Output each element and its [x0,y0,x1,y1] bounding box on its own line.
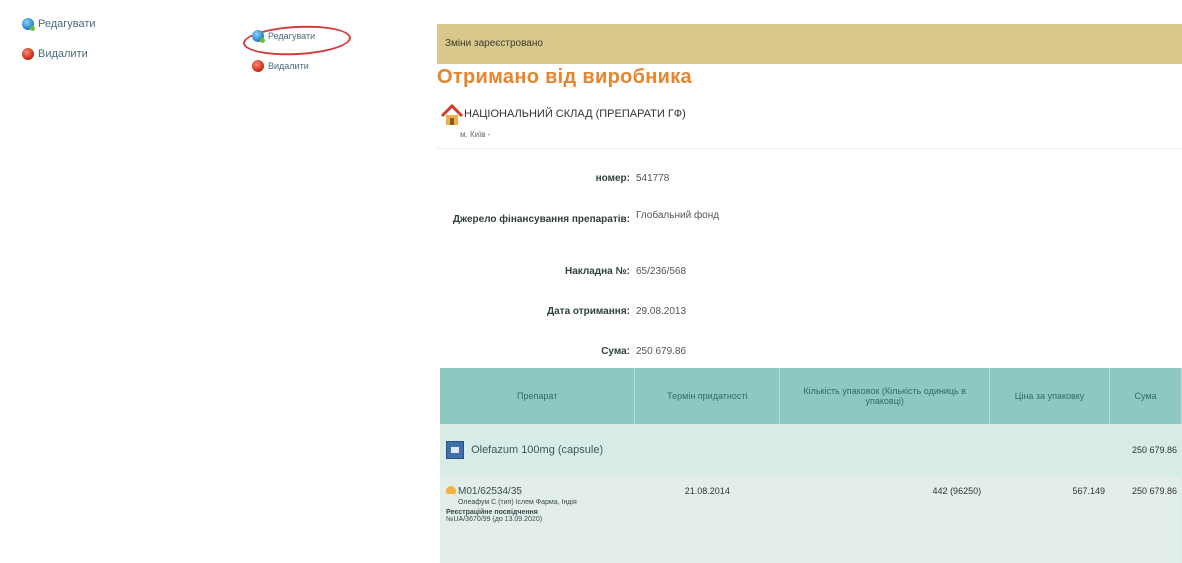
field-value: 29.08.2013 [636,306,687,317]
notice-text: Зміни зареєстровано [445,38,543,49]
notice-bar: Зміни зареєстровано [437,24,1182,64]
edit-label: Редагувати [38,18,96,30]
drug-icon [446,441,464,459]
divider [437,148,1182,149]
price-cell: 567.149 [989,476,1111,563]
field-label: номер: [595,173,630,184]
warehouse-city: м. Київ - [460,130,491,139]
edit-link[interactable]: Редагувати [22,18,96,31]
field-label: Сума: [601,346,630,357]
group-sum: 250 679.86 [1109,424,1182,476]
field-label: Дата отримання: [546,306,630,317]
field-sum: Сума: 250 679.86 [445,346,686,357]
col-header: Ціна за упаковку [989,368,1111,424]
table-row-group: Olefazum 100mg (capsule) 250 679.86 [440,424,1182,476]
edit-label: Редагувати [268,31,316,41]
series-link[interactable]: M01/62534/35 [446,486,633,497]
series-icon [446,486,456,494]
warehouse-icon [440,104,464,125]
field-funding: Джерело фінансування препаратів: Глобаль… [445,210,719,230]
table-row: M01/62534/35 Олеафум С (тип) Іслем Фарма… [440,476,1182,563]
expiry-cell: 21.08.2014 [634,476,781,563]
col-header: Сума [1109,368,1182,424]
drugs-table: Препарат Термін придатності Кількість уп… [440,368,1182,563]
field-label: Накладна №: [564,266,630,277]
table-header: Препарат Термін придатності Кількість уп… [440,368,1182,424]
drug-name: Olefazum 100mg (capsule) [471,443,604,456]
edit-icon [252,30,265,43]
field-value: 65/236/568 [636,266,687,277]
field-invoice: Накладна №: 65/236/568 [445,266,686,277]
col-header: Препарат [440,368,636,424]
delete-label: Видалити [38,48,88,60]
field-value: 250 679.86 [636,346,687,357]
field-date: Дата отримання: 29.08.2013 [445,306,686,317]
warehouse-name: НАЦІОНАЛЬНИЙ СКЛАД (ПРЕПАРАТИ ГФ) [464,108,686,120]
qty-cell: 442 (96250) [779,476,991,563]
delete-icon [22,48,34,60]
field-value: 541778 [636,173,670,184]
col-header: Кількість упаковок (Кількість одиниць в … [779,368,991,424]
field-label: Джерело фінансування препаратів: [452,214,630,225]
field-number: номер: 541778 [445,173,670,184]
delete-label: Видалити [268,61,309,71]
edit-icon [22,18,35,31]
maker-text: Олеафум С (тип) Іслем Фарма, Індія [458,499,577,506]
delete-link[interactable]: Видалити [22,48,88,60]
sum-cell: 250 679.86 [1109,476,1182,563]
delete-icon [252,60,264,72]
page-title: Отримано від виробника [437,66,692,88]
reg-value: №UA/3670/99 (до 13.09.2020) [446,516,543,523]
delete-link-secondary[interactable]: Видалити [252,60,309,72]
edit-link-highlighted[interactable]: Редагувати [252,30,316,43]
col-header: Термін придатності [634,368,781,424]
reg-label: Реєстраційне посвідчення [446,509,538,516]
series-text: M01/62534/35 [458,486,522,497]
field-value: Глобальний фонд [636,210,720,221]
